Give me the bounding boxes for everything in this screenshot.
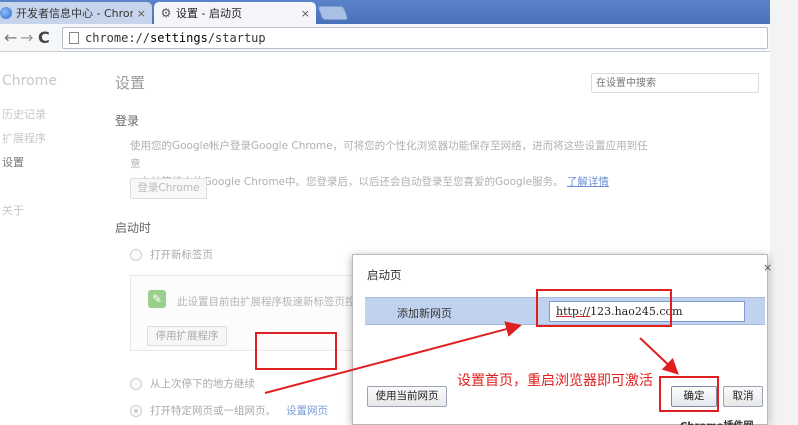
radio-open-specific-pages[interactable]: 打开特定网页或一组网页。 设置网页 xyxy=(130,403,328,418)
startup-section-title: 启动时 xyxy=(115,221,152,235)
new-tab-button[interactable] xyxy=(317,6,349,20)
sidebar-item-about[interactable]: 关于 xyxy=(2,203,46,227)
radio-button[interactable] xyxy=(130,404,142,417)
radio-continue-where-left[interactable]: 从上次停下的地方继续 xyxy=(130,376,255,391)
page-title: 设置 xyxy=(115,74,146,92)
gear-icon: ⚙ xyxy=(160,6,172,20)
dialog-title: 启动页 xyxy=(367,268,402,282)
close-icon[interactable]: × xyxy=(763,261,772,274)
url-host: settings xyxy=(150,31,208,45)
close-icon[interactable]: × xyxy=(137,7,146,20)
browser-toolbar: ← → C chrome://settings/startup xyxy=(0,24,770,52)
tab-developer-center[interactable]: 开发者信息中心 - Chrome × xyxy=(0,2,152,24)
globe-icon xyxy=(0,7,12,19)
extension-control-text: 此设置目前由扩展程序极速新标签页控制 xyxy=(177,296,366,308)
disable-extension-button[interactable]: 停用扩展程序 xyxy=(147,326,227,346)
signin-chrome-button[interactable]: 登录Chrome xyxy=(130,178,207,199)
set-pages-link[interactable]: 设置网页 xyxy=(286,403,328,418)
puzzle-piece-icon: ✎ xyxy=(148,290,166,308)
address-bar[interactable]: chrome://settings/startup xyxy=(62,27,768,49)
use-current-pages-button[interactable]: 使用当前网页 xyxy=(367,386,447,407)
signin-description: 使用您的Google帐户登录Google Chrome，可将您的个性化浏览器功能… xyxy=(130,137,650,191)
sidebar-item-history[interactable]: 历史记录 xyxy=(2,107,46,131)
tab-settings-startup[interactable]: ⚙ 设置 - 启动页 × xyxy=(154,2,316,24)
radio-button[interactable] xyxy=(130,377,142,390)
page-icon xyxy=(69,32,79,44)
settings-search-input[interactable] xyxy=(591,73,759,93)
forward-arrow-icon[interactable]: → xyxy=(20,28,33,48)
reload-icon[interactable]: C xyxy=(38,28,50,48)
tab-title: 开发者信息中心 - Chrome xyxy=(16,7,133,20)
url-text: chrome://settings/startup xyxy=(85,31,266,45)
radio-open-new-tab[interactable]: 打开新标签页 xyxy=(130,247,213,262)
radio-label: 从上次停下的地方继续 xyxy=(150,378,255,390)
url-path: /startup xyxy=(207,31,266,45)
add-new-page-label: 添加新网页 xyxy=(397,307,452,320)
annotation-box-set-pages xyxy=(255,332,337,370)
window-edge xyxy=(770,0,798,425)
sidebar-nav: 历史记录 扩展程序 设置 关于 xyxy=(2,107,46,227)
watermark-text: Chrome插件网 xyxy=(680,417,770,425)
tab-title: 设置 - 启动页 xyxy=(176,7,242,20)
back-arrow-icon[interactable]: ← xyxy=(4,28,17,48)
sidebar-item-extensions[interactable]: 扩展程序 xyxy=(2,131,46,155)
signin-desc-line1: 使用您的Google帐户登录Google Chrome，可将您的个性化浏览器功能… xyxy=(130,140,648,170)
signin-section-title: 登录 xyxy=(115,114,140,128)
close-icon[interactable]: × xyxy=(301,7,310,20)
cancel-button[interactable]: 取消 xyxy=(723,386,763,407)
chrome-brand: Chrome xyxy=(2,73,57,89)
annotation-text: 设置首页，重启浏览器即可激活 xyxy=(457,373,653,389)
radio-button[interactable] xyxy=(130,248,142,261)
learn-more-link[interactable]: 了解详情 xyxy=(567,176,609,188)
url-scheme: chrome:// xyxy=(85,31,151,45)
radio-label: 打开特定网页或一组网页。 xyxy=(150,405,276,417)
annotation-box-url xyxy=(536,289,672,327)
annotation-box-ok xyxy=(659,376,719,412)
tab-strip: 开发者信息中心 - Chrome × ⚙ 设置 - 启动页 × xyxy=(0,0,770,24)
sidebar-item-settings[interactable]: 设置 xyxy=(2,155,46,179)
radio-label: 打开新标签页 xyxy=(150,249,213,261)
